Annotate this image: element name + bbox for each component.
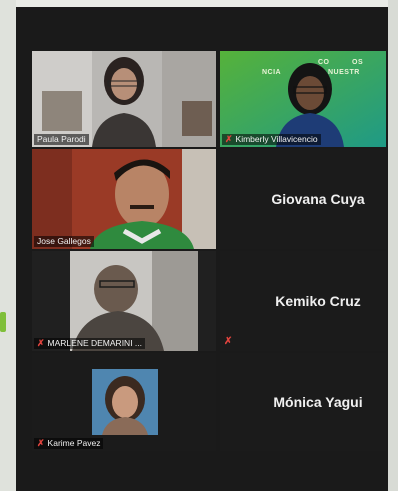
- background-right: [388, 0, 398, 491]
- banner-text: NUESTR: [328, 69, 360, 76]
- name-label: ✗ MARLENE DEMARINI ...: [34, 338, 146, 349]
- participant-tile-kimberly-villavicencio[interactable]: CO OS NUESTR NCIA ✗ Kimberly Villavicenc…: [220, 51, 386, 147]
- video-feed: [32, 51, 216, 147]
- video-feed: [32, 149, 216, 249]
- background-accent: [0, 312, 6, 332]
- video-feed: CO OS NUESTR NCIA: [220, 51, 386, 147]
- participant-name: Jose Gallegos: [37, 236, 91, 246]
- microphone-muted-icon: ✗: [225, 134, 233, 144]
- name-label: ✗ Kimberly Villavicencio: [222, 134, 321, 145]
- participant-name: MARLENE DEMARINI ...: [47, 338, 143, 348]
- participant-tile-monica-yagui[interactable]: Mónica Yagui: [220, 353, 386, 451]
- microphone-muted-icon: ✗: [224, 336, 233, 347]
- name-label: Jose Gallegos: [34, 236, 94, 247]
- participant-tile-marlene-demarini[interactable]: ✗ MARLENE DEMARINI ...: [32, 251, 216, 351]
- name-label: ✗ Karime Pavez: [34, 438, 104, 449]
- participant-name: Giovana Cuya: [271, 191, 365, 207]
- participant-name: Mónica Yagui: [273, 394, 363, 410]
- video-feed: [32, 251, 216, 351]
- participant-tile-paula-parodi[interactable]: Paula Parodi: [32, 51, 216, 147]
- participant-name: Kemiko Cruz: [275, 293, 361, 309]
- participant-tile-karime-pavez[interactable]: ✗ Karime Pavez: [32, 353, 216, 451]
- participant-name: Paula Parodi: [37, 134, 86, 144]
- participant-tile-jose-gallegos[interactable]: Jose Gallegos: [32, 149, 216, 249]
- microphone-muted-icon: ✗: [37, 338, 45, 348]
- profile-photo: [92, 369, 158, 435]
- participant-name: Kimberly Villavicencio: [235, 134, 318, 144]
- banner-text: CO: [318, 59, 330, 66]
- video-call-gallery: Paula Parodi CO OS NUESTR NCIA ✗ Kimberl…: [16, 7, 388, 491]
- banner-text: OS: [352, 59, 364, 66]
- background-left: [0, 0, 16, 491]
- participant-name: Karime Pavez: [47, 438, 101, 448]
- banner-text: NCIA: [262, 69, 282, 76]
- participant-tile-kemiko-cruz[interactable]: Kemiko Cruz ✗: [220, 251, 386, 351]
- participant-tile-giovana-cuya[interactable]: Giovana Cuya: [220, 149, 386, 249]
- name-label: Paula Parodi: [34, 134, 89, 145]
- microphone-muted-icon: ✗: [37, 438, 45, 448]
